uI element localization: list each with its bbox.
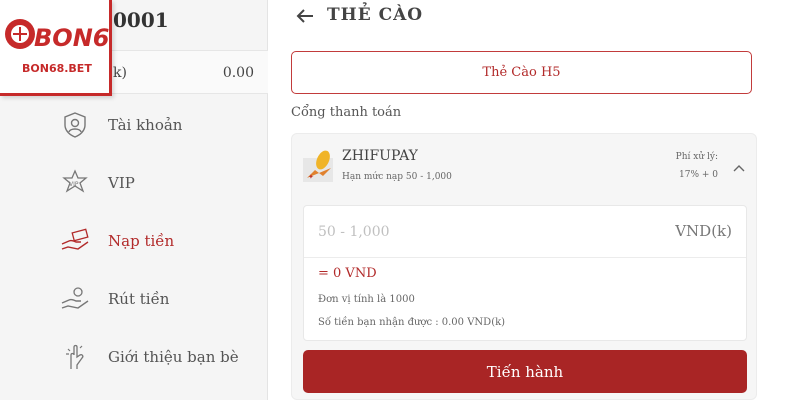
- converted-amount: = 0 VND: [318, 266, 377, 281]
- withdraw-hand-icon: [60, 284, 90, 314]
- svg-text:BON68.BET: BON68.BET: [22, 62, 92, 75]
- sidebar-item-label: Rút tiền: [108, 290, 170, 308]
- user-id: 0001: [113, 8, 169, 32]
- page-title: THẺ CÀO: [327, 5, 424, 25]
- svg-text:BON68: BON68: [34, 24, 112, 52]
- tab-card-h5[interactable]: Thẻ Cào H5: [291, 51, 752, 94]
- sidebar-item-withdraw[interactable]: Rút tiền: [60, 279, 260, 319]
- svg-text:VIP: VIP: [69, 181, 79, 188]
- sidebar-item-deposit[interactable]: Nạp tiền: [60, 221, 260, 261]
- gateway-limit: Hạn mức nạp 50 - 1,000: [342, 172, 452, 182]
- payment-gateway-label: Cổng thanh toán: [291, 105, 402, 120]
- sidebar-item-label: Tài khoản: [108, 116, 183, 134]
- sidebar-item-label: Nạp tiền: [108, 232, 175, 250]
- balance-value: 0.00: [222, 65, 254, 81]
- gateway-panel: ✦ ZHIFUPAY Hạn mức nạp 50 - 1,000 Phí xử…: [291, 133, 757, 400]
- svg-text:✦: ✦: [308, 173, 314, 181]
- currency-unit: VND(k): [675, 222, 732, 240]
- sidebar-item-account[interactable]: Tài khoản: [60, 105, 260, 145]
- brand-logo[interactable]: BON68 BON68.BET: [0, 0, 126, 96]
- fee-label: Phí xử lý:: [675, 152, 718, 162]
- refer-friend-icon: [60, 342, 90, 372]
- amount-box: VND(k) = 0 VND Đơn vị tính là 1000 Số ti…: [303, 205, 747, 341]
- vip-star-icon: VIP: [60, 168, 90, 198]
- user-shield-icon: [60, 110, 90, 140]
- received-amount-note: Số tiền bạn nhận được : 0.00 VND(k): [318, 317, 506, 328]
- fee-value: 17% + 0: [679, 170, 718, 180]
- chevron-up-icon[interactable]: [732, 158, 746, 172]
- sidebar-item-label: VIP: [108, 174, 135, 192]
- gateway-name: ZHIFUPAY: [342, 148, 418, 164]
- unit-note: Đơn vị tính là 1000: [318, 294, 415, 305]
- topbar: THẺ CÀO: [269, 0, 800, 36]
- sidebar-item-label: Giới thiệu bạn bè: [108, 348, 239, 366]
- sidebar-item-vip[interactable]: VIP VIP: [60, 163, 260, 203]
- zhifupay-logo-icon: ✦: [303, 148, 335, 182]
- deposit-hand-icon: [60, 226, 90, 256]
- proceed-button[interactable]: Tiến hành: [303, 350, 747, 393]
- balance-label: k): [113, 65, 127, 81]
- back-arrow-icon[interactable]: [293, 4, 317, 28]
- brand-logo-graphic: BON68 BON68.BET: [5, 19, 126, 75]
- sidebar-item-refer[interactable]: Giới thiệu bạn bè: [60, 337, 260, 377]
- main-content: THẺ CÀO Thẻ Cào H5 Cổng thanh toán ✦ ZHI…: [269, 0, 800, 400]
